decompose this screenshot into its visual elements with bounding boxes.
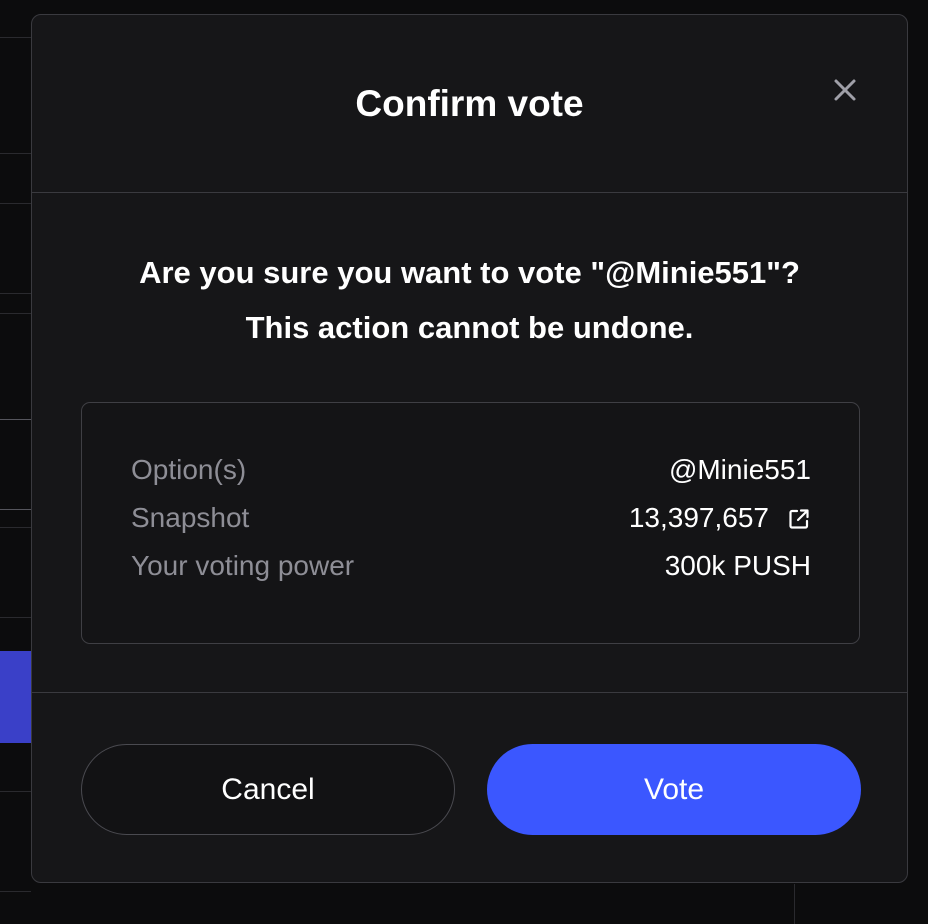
background-divider [794,884,795,924]
confirm-warning: This action cannot be undone. [245,310,694,345]
confirm-vote-modal: Confirm vote Are you sure you want to vo… [31,14,908,883]
vote-button[interactable]: Vote [487,744,861,835]
confirm-message: Are you sure you want to vote "@Minie551… [32,245,907,355]
close-icon [834,79,856,101]
background-divider [0,791,31,792]
detail-row-option: Option(s) @Minie551 [131,454,811,494]
background-divider [0,153,31,154]
voting-power-label: Your voting power [131,550,355,581]
background-divider [0,419,31,420]
option-value: @Minie551 [668,454,811,485]
background-divider [0,37,31,38]
snapshot-value-group: 13,397,657 [629,502,811,534]
detail-row-snapshot: Snapshot 13,397,657 [131,502,811,542]
background-divider [0,891,31,892]
background-divider [0,293,31,294]
modal-title: Confirm vote [355,83,584,124]
background-divider [0,509,31,510]
modal-header: Confirm vote [32,15,907,193]
close-button[interactable] [830,75,860,105]
footer-divider [32,692,907,693]
background-divider [0,313,31,314]
background-selected-item [0,651,31,743]
option-label: Option(s) [131,454,247,485]
voting-power-value: 300k PUSH [664,550,811,581]
snapshot-value: 13,397,657 [628,502,769,533]
detail-row-voting-power: Your voting power 300k PUSH [131,550,811,590]
cancel-button[interactable]: Cancel [81,744,455,835]
external-link-icon[interactable] [787,506,811,530]
vote-details-box: Option(s) @Minie551 Snapshot 13,397,657 … [81,402,860,644]
confirm-question: Are you sure you want to vote "@Minie551… [139,255,800,290]
background-divider [0,617,31,618]
snapshot-label: Snapshot [131,502,250,533]
background-divider [0,527,31,528]
background-divider [0,203,31,204]
